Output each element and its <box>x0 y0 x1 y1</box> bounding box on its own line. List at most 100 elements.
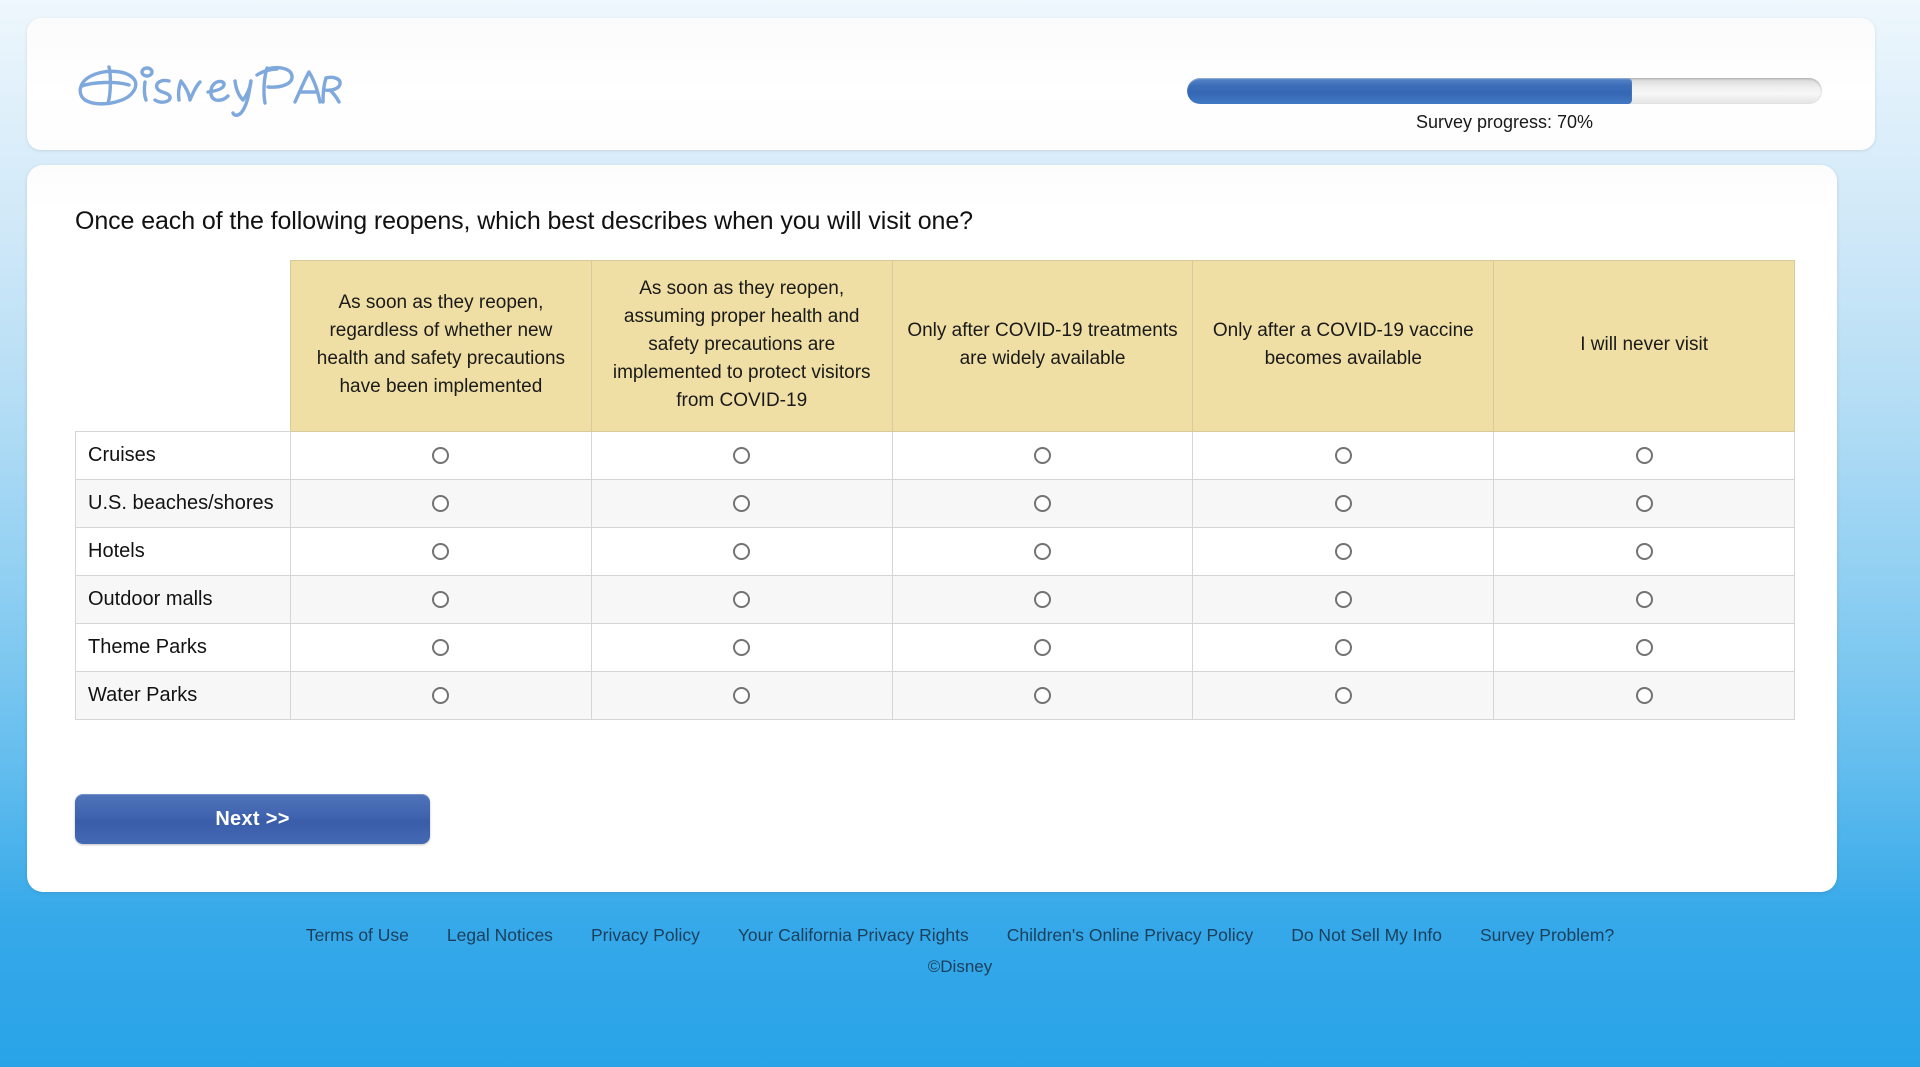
footer-link-terms-of-use[interactable]: Terms of Use <box>306 925 409 946</box>
matrix-header-row: As soon as they reopen, regardless of wh… <box>75 260 1795 432</box>
radio-outdoor-malls-asap-precautions[interactable] <box>733 590 751 608</box>
footer-link-privacy-policy[interactable]: Privacy Policy <box>591 925 700 946</box>
matrix-cell-1-2[interactable] <box>891 479 1194 528</box>
footer-links: Terms of Use Legal Notices Privacy Polic… <box>0 925 1920 946</box>
matrix-row-label-1: U.S. beaches/shores <box>75 479 291 528</box>
radio-water-parks-asap-precautions[interactable] <box>733 686 751 704</box>
table-row: Theme Parks <box>75 623 1795 672</box>
matrix-cell-2-4[interactable] <box>1493 527 1795 576</box>
matrix-cell-1-0[interactable] <box>290 479 592 528</box>
radio-beaches-asap-regardless[interactable] <box>432 494 450 512</box>
table-row: U.S. beaches/shores <box>75 479 1795 528</box>
next-button[interactable]: Next >> <box>75 794 430 844</box>
copyright-text: ©Disney <box>927 957 993 976</box>
radio-water-parks-vaccine[interactable] <box>1334 686 1352 704</box>
progress-track <box>1187 78 1822 104</box>
matrix-column-header-2: Only after COVID-19 treatments are widel… <box>891 260 1194 432</box>
footer-link-legal-notices[interactable]: Legal Notices <box>447 925 553 946</box>
matrix-cell-5-3[interactable] <box>1192 671 1495 720</box>
matrix-cell-5-0[interactable] <box>290 671 592 720</box>
matrix-corner-cell <box>75 260 291 432</box>
matrix-cell-0-4[interactable] <box>1493 431 1795 480</box>
matrix-cell-1-1[interactable] <box>590 479 893 528</box>
matrix-column-header-0: As soon as they reopen, regardless of wh… <box>290 260 592 432</box>
footer: Terms of Use Legal Notices Privacy Polic… <box>0 925 1920 977</box>
header-card: Survey progress: 70% <box>27 18 1875 150</box>
radio-theme-parks-vaccine[interactable] <box>1334 638 1352 656</box>
matrix-cell-4-3[interactable] <box>1192 623 1495 672</box>
matrix-cell-3-0[interactable] <box>290 575 592 624</box>
footer-link-childrens-online-privacy-policy[interactable]: Children's Online Privacy Policy <box>1007 925 1254 946</box>
radio-beaches-vaccine[interactable] <box>1334 494 1352 512</box>
matrix-cell-0-1[interactable] <box>590 431 893 480</box>
matrix-cell-4-1[interactable] <box>590 623 893 672</box>
radio-hotels-asap-precautions[interactable] <box>733 542 751 560</box>
radio-beaches-treatments[interactable] <box>1033 494 1051 512</box>
matrix-cell-3-2[interactable] <box>891 575 1194 624</box>
matrix-cell-1-3[interactable] <box>1192 479 1495 528</box>
footer-link-california-privacy-rights[interactable]: Your California Privacy Rights <box>738 925 969 946</box>
footer-link-do-not-sell-my-info[interactable]: Do Not Sell My Info <box>1291 925 1442 946</box>
matrix-cell-2-0[interactable] <box>290 527 592 576</box>
radio-water-parks-asap-regardless[interactable] <box>432 686 450 704</box>
radio-outdoor-malls-vaccine[interactable] <box>1334 590 1352 608</box>
matrix-row-label-4: Theme Parks <box>75 623 291 672</box>
radio-hotels-never[interactable] <box>1635 542 1653 560</box>
radio-beaches-asap-precautions[interactable] <box>733 494 751 512</box>
progress-label: Survey progress: 70% <box>1415 112 1594 132</box>
radio-outdoor-malls-treatments[interactable] <box>1033 590 1051 608</box>
matrix-cell-4-2[interactable] <box>891 623 1194 672</box>
matrix-header: As soon as they reopen, regardless of wh… <box>75 260 1795 432</box>
footer-link-survey-problem[interactable]: Survey Problem? <box>1480 925 1614 946</box>
table-row: Cruises <box>75 431 1795 480</box>
matrix-cell-3-3[interactable] <box>1192 575 1495 624</box>
radio-outdoor-malls-never[interactable] <box>1635 590 1653 608</box>
matrix-cell-0-0[interactable] <box>290 431 592 480</box>
survey-card: Once each of the following reopens, whic… <box>27 165 1837 892</box>
matrix-cell-2-3[interactable] <box>1192 527 1495 576</box>
radio-hotels-treatments[interactable] <box>1033 542 1051 560</box>
survey-progress: Survey progress: 70% <box>1187 78 1822 133</box>
radio-cruises-asap-regardless[interactable] <box>432 446 450 464</box>
radio-theme-parks-treatments[interactable] <box>1033 638 1051 656</box>
radio-hotels-vaccine[interactable] <box>1334 542 1352 560</box>
table-row: Outdoor malls <box>75 575 1795 624</box>
matrix-row-label-5: Water Parks <box>75 671 291 720</box>
matrix-cell-5-2[interactable] <box>891 671 1194 720</box>
survey-page: Survey progress: 70% Once each of the fo… <box>0 0 1920 1067</box>
matrix-cell-3-4[interactable] <box>1493 575 1795 624</box>
radio-theme-parks-asap-precautions[interactable] <box>733 638 751 656</box>
table-row: Water Parks <box>75 671 1795 720</box>
matrix-cell-2-2[interactable] <box>891 527 1194 576</box>
matrix-cell-4-0[interactable] <box>290 623 592 672</box>
radio-cruises-never[interactable] <box>1635 446 1653 464</box>
radio-water-parks-never[interactable] <box>1635 686 1653 704</box>
matrix-cell-0-3[interactable] <box>1192 431 1495 480</box>
survey-matrix-table: As soon as they reopen, regardless of wh… <box>75 260 1795 720</box>
radio-hotels-asap-regardless[interactable] <box>432 542 450 560</box>
matrix-body: Cruises U.S. beaches/shores Hotels Outdo… <box>75 431 1795 720</box>
radio-theme-parks-never[interactable] <box>1635 638 1653 656</box>
matrix-row-label-2: Hotels <box>75 527 291 576</box>
matrix-column-header-3: Only after a COVID-19 vaccine becomes av… <box>1192 260 1495 432</box>
progress-fill <box>1187 78 1632 104</box>
matrix-cell-4-4[interactable] <box>1493 623 1795 672</box>
question-text: Once each of the following reopens, whic… <box>75 207 973 235</box>
matrix-column-header-4: I will never visit <box>1493 260 1795 432</box>
radio-cruises-vaccine[interactable] <box>1334 446 1352 464</box>
radio-cruises-treatments[interactable] <box>1033 446 1051 464</box>
matrix-cell-0-2[interactable] <box>891 431 1194 480</box>
disney-parks-logo <box>71 44 371 124</box>
radio-beaches-never[interactable] <box>1635 494 1653 512</box>
radio-theme-parks-asap-regardless[interactable] <box>432 638 450 656</box>
radio-outdoor-malls-asap-regardless[interactable] <box>432 590 450 608</box>
matrix-cell-5-1[interactable] <box>590 671 893 720</box>
matrix-cell-1-4[interactable] <box>1493 479 1795 528</box>
matrix-row-label-0: Cruises <box>75 431 291 480</box>
radio-cruises-asap-precautions[interactable] <box>733 446 751 464</box>
table-row: Hotels <box>75 527 1795 576</box>
radio-water-parks-treatments[interactable] <box>1033 686 1051 704</box>
matrix-cell-5-4[interactable] <box>1493 671 1795 720</box>
matrix-cell-2-1[interactable] <box>590 527 893 576</box>
matrix-cell-3-1[interactable] <box>590 575 893 624</box>
